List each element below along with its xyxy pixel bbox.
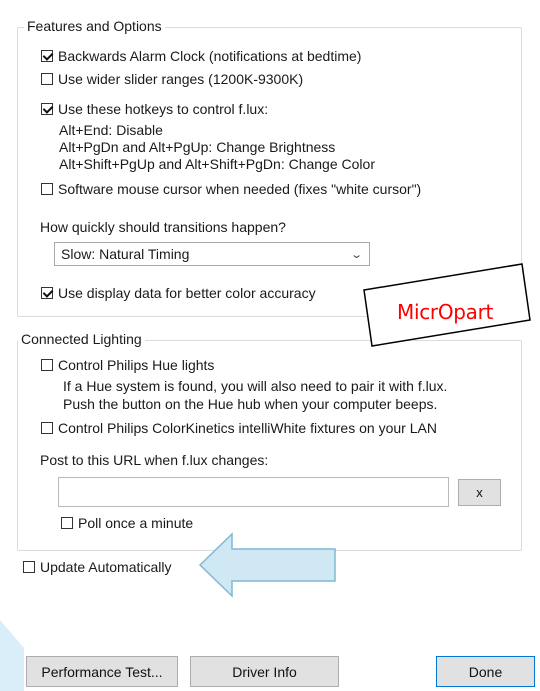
annotation-label: MicrOpart bbox=[397, 300, 494, 324]
hotkey-line: Alt+End: Disable bbox=[59, 122, 163, 138]
checkbox-box[interactable] bbox=[41, 50, 53, 62]
wider-slider-checkbox[interactable]: Use wider slider ranges (1200K-9300K) bbox=[41, 71, 303, 87]
update-automatically-checkbox[interactable]: Update Automatically bbox=[23, 559, 172, 575]
backwards-alarm-label: Backwards Alarm Clock (notifications at … bbox=[58, 48, 362, 64]
chevron-down-icon: ⌄ bbox=[349, 248, 363, 261]
checkbox-box[interactable] bbox=[41, 359, 53, 371]
checkbox-box[interactable] bbox=[41, 73, 53, 85]
hue-help-line: If a Hue system is found, you will also … bbox=[63, 378, 448, 394]
driver-info-button[interactable]: Driver Info bbox=[190, 656, 339, 687]
checkbox-box[interactable] bbox=[61, 517, 73, 529]
pointer-arrow-icon bbox=[198, 532, 336, 598]
hue-label: Control Philips Hue lights bbox=[58, 357, 215, 373]
performance-test-button[interactable]: Performance Test... bbox=[26, 656, 178, 687]
display-data-label: Use display data for better color accura… bbox=[58, 285, 316, 301]
transition-select-value: Slow: Natural Timing bbox=[61, 246, 190, 262]
hotkeys-label: Use these hotkeys to control f.lux: bbox=[58, 101, 269, 117]
hotkeys-checkbox[interactable]: Use these hotkeys to control f.lux: bbox=[41, 101, 268, 117]
software-cursor-label: Software mouse cursor when needed (fixes… bbox=[58, 181, 422, 197]
update-automatically-label: Update Automatically bbox=[40, 559, 172, 575]
software-cursor-checkbox[interactable]: Software mouse cursor when needed (fixes… bbox=[41, 181, 421, 197]
poll-label: Poll once a minute bbox=[78, 515, 194, 531]
post-url-input[interactable] bbox=[58, 477, 449, 507]
features-group-title: Features and Options bbox=[24, 18, 165, 34]
transition-question: How quickly should transitions happen? bbox=[40, 219, 286, 235]
checkbox-box[interactable] bbox=[41, 287, 53, 299]
clear-url-button[interactable]: x bbox=[458, 479, 501, 506]
post-url-label: Post to this URL when f.lux changes: bbox=[40, 452, 269, 468]
colorkinetics-label: Control Philips ColorKinetics intelliWhi… bbox=[58, 420, 437, 436]
display-data-checkbox[interactable]: Use display data for better color accura… bbox=[41, 285, 316, 301]
backwards-alarm-checkbox[interactable]: Backwards Alarm Clock (notifications at … bbox=[41, 48, 361, 64]
hue-help-line: Push the button on the Hue hub when your… bbox=[63, 396, 438, 412]
checkbox-box[interactable] bbox=[41, 183, 53, 195]
checkbox-box[interactable] bbox=[41, 422, 53, 434]
hotkey-line: Alt+Shift+PgUp and Alt+Shift+PgDn: Chang… bbox=[59, 156, 375, 172]
poll-checkbox[interactable]: Poll once a minute bbox=[61, 515, 193, 531]
hotkey-line: Alt+PgDn and Alt+PgUp: Change Brightness bbox=[59, 139, 336, 155]
hue-checkbox[interactable]: Control Philips Hue lights bbox=[41, 357, 214, 373]
transition-speed-select[interactable]: Slow: Natural Timing ⌄ bbox=[54, 242, 370, 266]
done-button[interactable]: Done bbox=[436, 656, 535, 687]
checkbox-box[interactable] bbox=[41, 103, 53, 115]
colorkinetics-checkbox[interactable]: Control Philips ColorKinetics intelliWhi… bbox=[41, 420, 437, 436]
lighting-group-title: Connected Lighting bbox=[18, 331, 145, 347]
wider-slider-label: Use wider slider ranges (1200K-9300K) bbox=[58, 71, 304, 87]
checkbox-box[interactable] bbox=[23, 561, 35, 573]
